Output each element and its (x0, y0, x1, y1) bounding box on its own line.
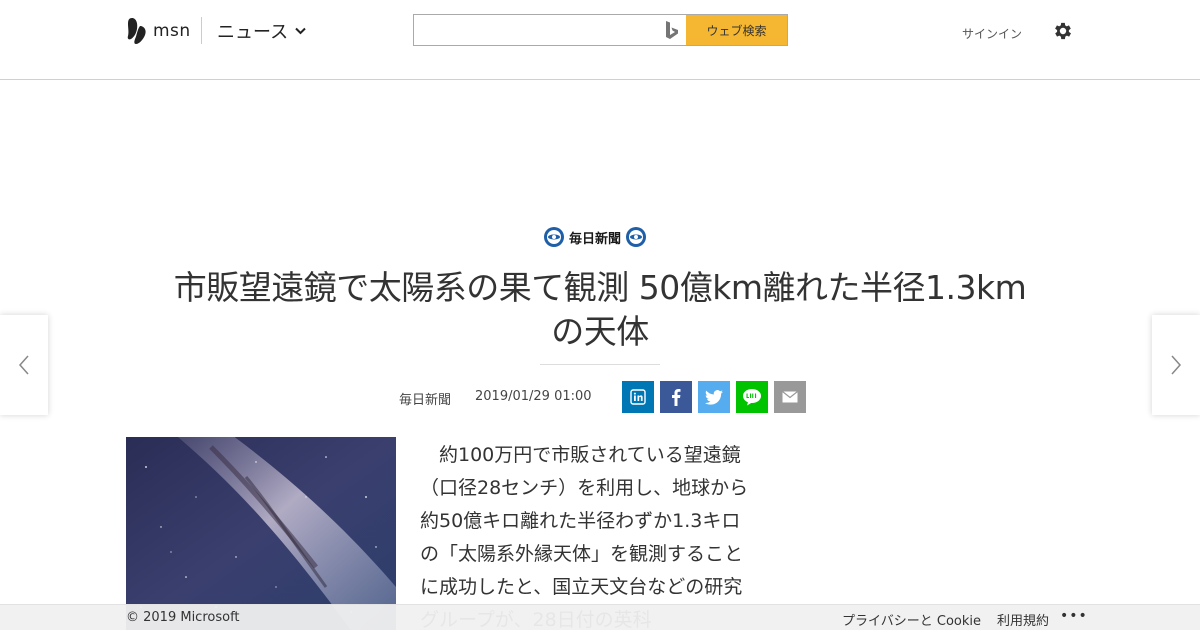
source-logo-text: 毎日新聞 (569, 231, 622, 247)
linkedin-icon (630, 389, 646, 405)
line-share-button[interactable] (736, 381, 768, 413)
more-options-button[interactable]: ••• (1060, 608, 1088, 624)
section-dropdown[interactable]: ニュース (217, 19, 306, 43)
title-line-2: の天体 (551, 312, 649, 351)
line-icon (743, 389, 761, 406)
gear-icon[interactable] (1052, 20, 1074, 42)
chevron-left-icon (18, 355, 29, 375)
web-search-button[interactable]: ウェブ検索 (686, 15, 787, 45)
facebook-icon (672, 389, 681, 406)
linkedin-share-button[interactable] (622, 381, 654, 413)
mainichi-emblem-icon-right (626, 227, 647, 247)
next-article-button[interactable] (1152, 315, 1200, 415)
article-hero-image[interactable] (126, 437, 396, 630)
previous-article-button[interactable] (0, 315, 48, 415)
bing-icon (658, 15, 686, 45)
copyright-text: © 2019 Microsoft (126, 610, 240, 625)
facebook-share-button[interactable] (660, 381, 692, 413)
chevron-down-icon (295, 27, 306, 35)
msn-butterfly-icon (127, 18, 146, 44)
page-footer: © 2019 Microsoft プライバシーと Cookie 利用規約 ••• (0, 604, 1200, 630)
signin-link[interactable]: サインイン (962, 25, 1022, 42)
mail-icon (782, 391, 798, 403)
section-label: ニュース (217, 22, 289, 43)
terms-link[interactable]: 利用規約 (997, 610, 1049, 629)
search-box: ウェブ検索 (413, 14, 788, 46)
footer-links: プライバシーと Cookie 利用規約 (842, 610, 1065, 629)
mail-share-button[interactable] (774, 381, 806, 413)
share-bar (622, 381, 806, 413)
title-divider (540, 364, 660, 365)
mainichi-emblem-icon (544, 227, 564, 247)
header-divider (201, 17, 202, 44)
chevron-right-icon (1171, 355, 1182, 375)
twitter-share-button[interactable] (698, 381, 730, 413)
article-title: 市販望遠鏡で太陽系の果て観測 50億km離れた半径1.3km の天体 (126, 266, 1074, 354)
privacy-cookie-link[interactable]: プライバシーと Cookie (842, 610, 981, 629)
byline-source: 毎日新聞 (399, 393, 452, 408)
twitter-icon (705, 389, 723, 405)
search-input[interactable] (414, 15, 658, 45)
msn-logo[interactable]: msn (126, 16, 191, 46)
byline: 毎日新聞 2019/01/29 01:00 (399, 389, 592, 408)
mainichi-logo[interactable]: 毎日新聞 (543, 224, 647, 250)
byline-date: 2019/01/29 01:00 (475, 389, 592, 404)
title-line-1: 市販望遠鏡で太陽系の果て観測 50億km離れた半径1.3km (173, 268, 1027, 307)
top-header: msn ニュース ウェブ検索 サインイン (0, 0, 1200, 80)
msn-logo-text: msn (153, 21, 191, 41)
